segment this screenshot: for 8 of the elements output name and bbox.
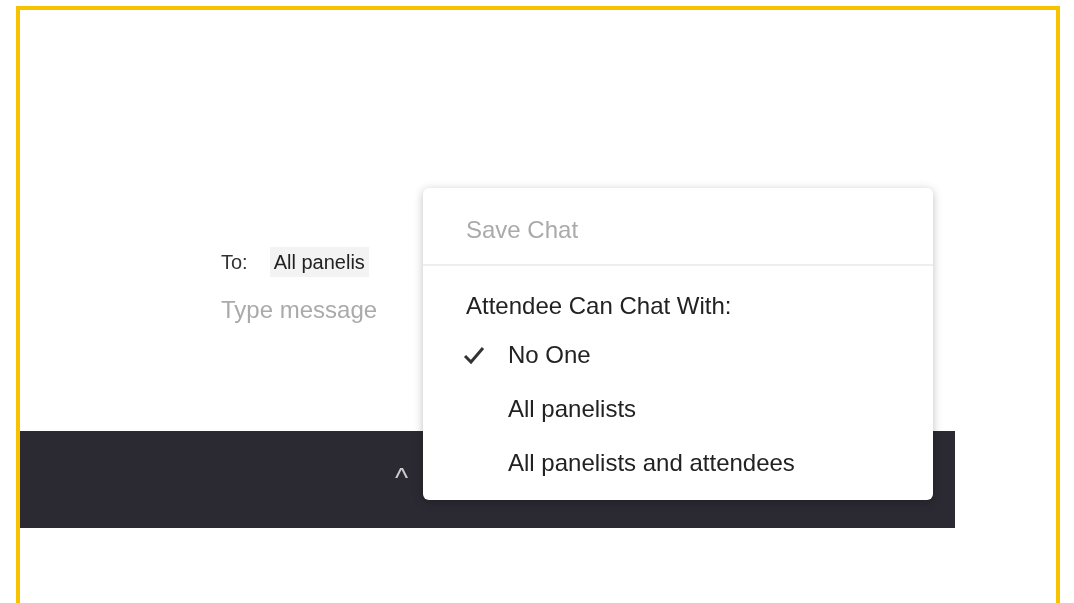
menu-option[interactable]: All panelists and attendees <box>423 442 933 483</box>
recipient-selector[interactable]: All panelis <box>269 247 369 277</box>
message-field[interactable]: Type message <box>221 292 421 328</box>
to-label: To: <box>221 250 248 275</box>
section-title: Attendee Can Chat With: <box>465 291 733 321</box>
chevron-button[interactable]: ^ <box>395 463 409 493</box>
menu-option[interactable]: All panelists <box>423 388 933 429</box>
menu-option[interactable]: No One <box>423 334 933 375</box>
